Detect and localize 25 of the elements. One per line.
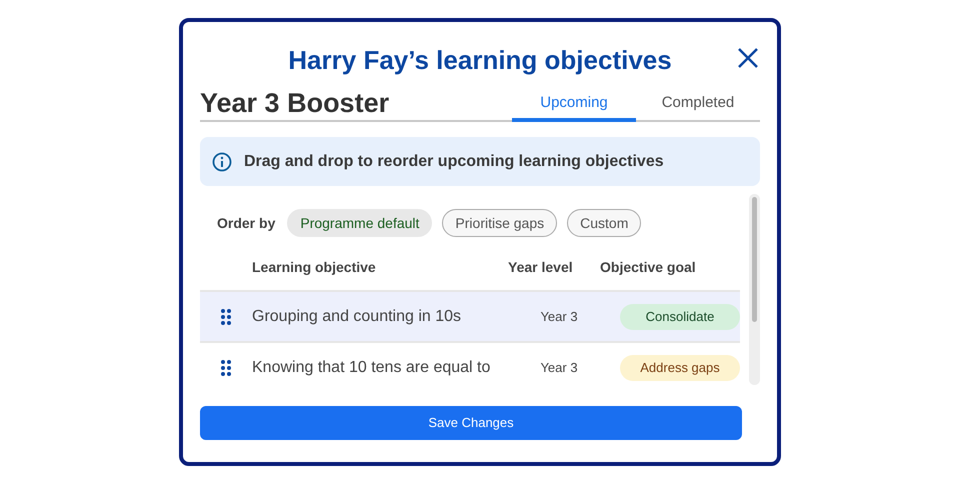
- info-text: Drag and drop to reorder upcoming learning objectives: [244, 152, 664, 172]
- order-option[interactable]: Custom: [567, 209, 642, 237]
- order-option[interactable]: Prioritise gaps: [442, 209, 558, 237]
- table-cell-text: Year 3: [539, 308, 579, 326]
- drag-handle-icon[interactable]: [221, 360, 231, 376]
- column-header: Objective goal: [600, 258, 696, 277]
- table-cell-text: Knowing that 10 tens are equal to: [252, 358, 492, 378]
- info-icon: [212, 152, 232, 172]
- table-cell-text: Year 3: [539, 358, 579, 377]
- save-button[interactable]: Save Changes: [200, 406, 742, 440]
- close-button[interactable]: [736, 46, 760, 70]
- programme-heading: Year 3 Booster: [200, 90, 390, 120]
- tab[interactable]: Completed: [636, 88, 760, 122]
- objective-row[interactable]: Grouping and counting in 10s Year 3 Consolidate: [200, 290, 740, 341]
- scrollbar[interactable]: [749, 194, 760, 385]
- order-by-label: Order by: [217, 214, 276, 233]
- column-header: Year level: [508, 258, 574, 276]
- order-option[interactable]: Programme default: [287, 209, 432, 237]
- drag-handle-icon[interactable]: [221, 308, 231, 324]
- table-cell-text: Grouping and counting in 10s: [252, 306, 462, 326]
- tab[interactable]: Upcoming: [512, 88, 636, 122]
- goal-tag: Consolidate: [620, 304, 740, 330]
- goal-tag: Address gaps: [620, 354, 740, 380]
- column-header: Learning objective: [252, 258, 377, 277]
- dialog-title: Harry Fay’s learning objectives: [288, 47, 672, 73]
